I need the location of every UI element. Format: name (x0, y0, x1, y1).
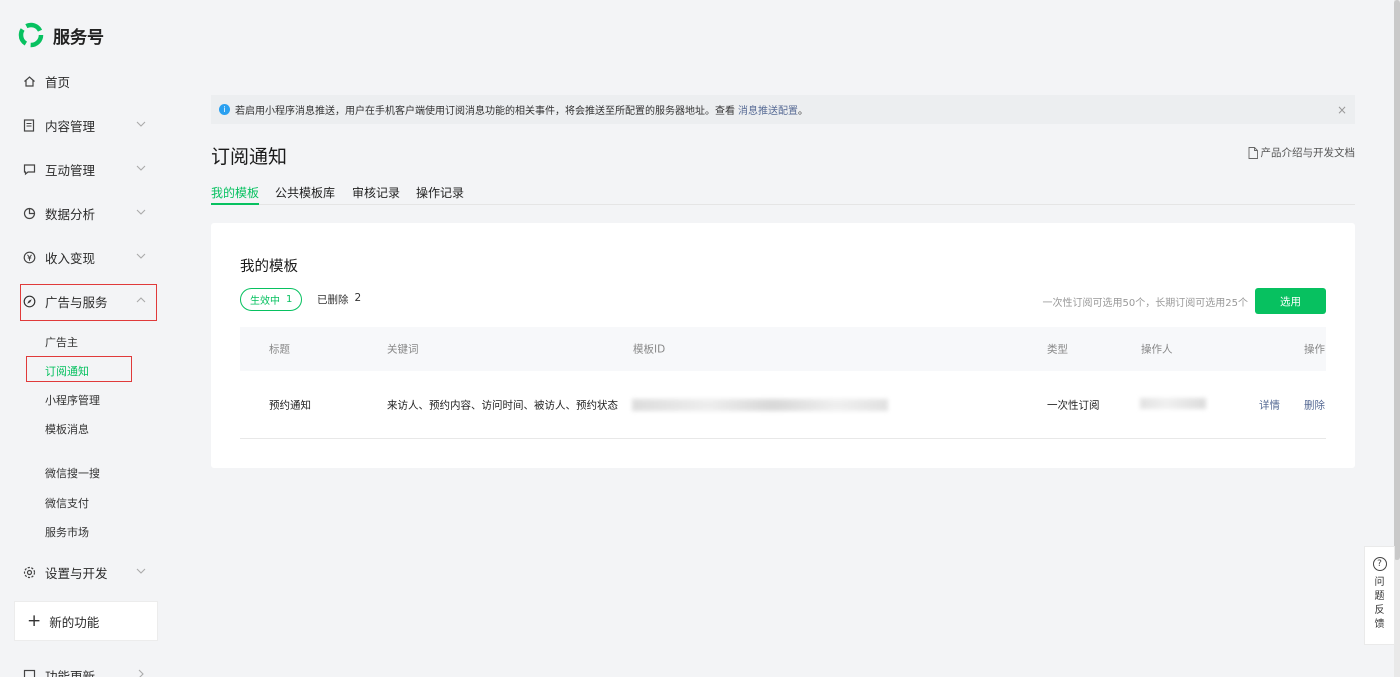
notice-bar: i 若启用小程序消息推送，用户在手机客户端使用订阅消息功能的相关事件，将会推送至… (211, 95, 1355, 124)
nav-data-analysis[interactable]: 数据分析 (22, 202, 152, 224)
tab-public-library[interactable]: 公共模板库 (275, 184, 335, 205)
pie-chart-icon (22, 206, 36, 220)
select-button[interactable]: 选用 (1255, 288, 1326, 314)
scrollbar-thumb[interactable] (1394, 0, 1400, 560)
feedback-widget[interactable]: ? 问题反馈 (1364, 546, 1395, 645)
file-icon (1248, 146, 1258, 159)
sidebar: 服务号 首页 内容管理 互动管理 数据分析 收入变现 广告与服务 广告主 订阅通… (0, 0, 170, 677)
tab-my-templates[interactable]: 我的模板 (211, 184, 260, 205)
nav-home-label: 首页 (45, 74, 71, 90)
close-icon[interactable]: × (1337, 103, 1347, 117)
col-type: 类型 (1047, 343, 1068, 356)
template-id-redacted (632, 399, 888, 411)
col-template-id: 模板ID (633, 343, 666, 356)
sub-item-wechat-pay[interactable]: 微信支付 (45, 495, 89, 511)
row-title: 预约通知 (269, 399, 311, 411)
new-feature-button[interactable]: + 新的功能 (14, 601, 158, 641)
notice-text: 若启用小程序消息推送，用户在手机客户端使用订阅消息功能的相关事件，将会推送至所配… (235, 106, 735, 117)
sub-item-miniprogram-mgmt[interactable]: 小程序管理 (45, 392, 100, 408)
filter-active-count: 1 (286, 294, 293, 305)
col-action: 操作 (1304, 343, 1325, 356)
table-row: 预约通知 来访人、预约内容、访问时间、被访人、预约状态 一次性订阅 详情 删除 (240, 371, 1326, 439)
info-icon: i (219, 104, 230, 115)
tab-bar: 我的模板 公共模板库 审核记录 操作记录 (211, 184, 1355, 205)
nav-home[interactable]: 首页 (22, 70, 152, 92)
notice-link[interactable]: 消息推送配置 (738, 102, 798, 117)
brand-logo-icon (18, 22, 44, 48)
filter-active-label: 生效中 (250, 296, 280, 307)
yen-icon (22, 250, 36, 264)
nav-content-mgmt[interactable]: 内容管理 (22, 114, 152, 136)
nav-monetize[interactable]: 收入变现 (22, 246, 152, 268)
nav-interaction-mgmt[interactable]: 互动管理 (22, 158, 152, 180)
templates-card: 我的模板 生效中 1 已删除 2 一次性订阅可选用50个，长期订阅可选用25个 … (211, 223, 1355, 468)
chevron-right-icon (138, 669, 144, 677)
chevron-down-icon (136, 568, 146, 574)
doc-link[interactable]: 产品介绍与开发文档 (1248, 145, 1356, 160)
chevron-down-icon (136, 121, 146, 127)
sub-item-template-msg[interactable]: 模板消息 (45, 421, 89, 437)
nav-content-mgmt-label: 内容管理 (45, 118, 96, 134)
card-title: 我的模板 (240, 259, 298, 275)
brand[interactable]: 服务号 (18, 22, 104, 48)
feedback-label: 问题反馈 (1374, 577, 1385, 630)
row-keywords: 来访人、预约内容、访问时间、被访人、预约状态 (387, 399, 618, 411)
filter-deleted-label: 已删除 (317, 294, 349, 306)
nav-data-analysis-label: 数据分析 (45, 206, 96, 222)
highlight-box-subscribe-notify (26, 356, 132, 382)
nav-feature-update[interactable]: 功能更新 (22, 664, 152, 677)
filter-deleted[interactable]: 已删除 2 (317, 292, 361, 307)
col-title: 标题 (269, 343, 290, 356)
sub-item-wechat-search[interactable]: 微信搜一搜 (45, 465, 100, 481)
highlight-box-ads-services (20, 284, 157, 321)
operator-redacted (1140, 398, 1206, 409)
tab-operation-records[interactable]: 操作记录 (416, 184, 464, 205)
page-title: 订阅通知 (211, 146, 288, 168)
delete-link[interactable]: 删除 (1304, 397, 1325, 412)
chevron-down-icon (136, 209, 146, 215)
filter-active-pill[interactable]: 生效中 1 (240, 288, 303, 311)
limit-text: 一次性订阅可选用50个，长期订阅可选用25个 (1042, 298, 1248, 309)
chevron-down-icon (136, 165, 146, 171)
detail-link[interactable]: 详情 (1259, 397, 1280, 412)
plus-icon: + (27, 611, 42, 631)
nav-monetize-label: 收入变现 (45, 250, 96, 266)
filter-deleted-count: 2 (354, 292, 362, 304)
brand-name: 服务号 (53, 27, 104, 48)
nav-settings-dev[interactable]: 设置与开发 (22, 561, 152, 583)
chat-icon (22, 162, 36, 176)
new-feature-label: 新的功能 (49, 614, 100, 630)
nav-interaction-mgmt-label: 互动管理 (45, 162, 96, 178)
question-icon: ? (1372, 557, 1387, 571)
document-icon (22, 118, 36, 132)
sub-item-service-market[interactable]: 服务市场 (45, 524, 89, 540)
table-header: 标题 关键词 模板ID 类型 操作人 操作 (240, 327, 1326, 371)
nav-settings-dev-label: 设置与开发 (45, 565, 108, 581)
chevron-down-icon (136, 253, 146, 259)
tab-review-records[interactable]: 审核记录 (352, 184, 400, 205)
col-keywords: 关键词 (387, 343, 419, 356)
col-operator: 操作人 (1141, 343, 1173, 356)
update-icon (22, 668, 36, 677)
home-icon (22, 74, 36, 88)
notice-suffix: 。 (798, 106, 808, 117)
nav-feature-update-label: 功能更新 (45, 668, 96, 677)
gear-icon (22, 565, 36, 579)
row-type: 一次性订阅 (1047, 399, 1100, 411)
doc-link-label: 产品介绍与开发文档 (1260, 147, 1356, 159)
sub-item-advertiser[interactable]: 广告主 (45, 334, 78, 350)
